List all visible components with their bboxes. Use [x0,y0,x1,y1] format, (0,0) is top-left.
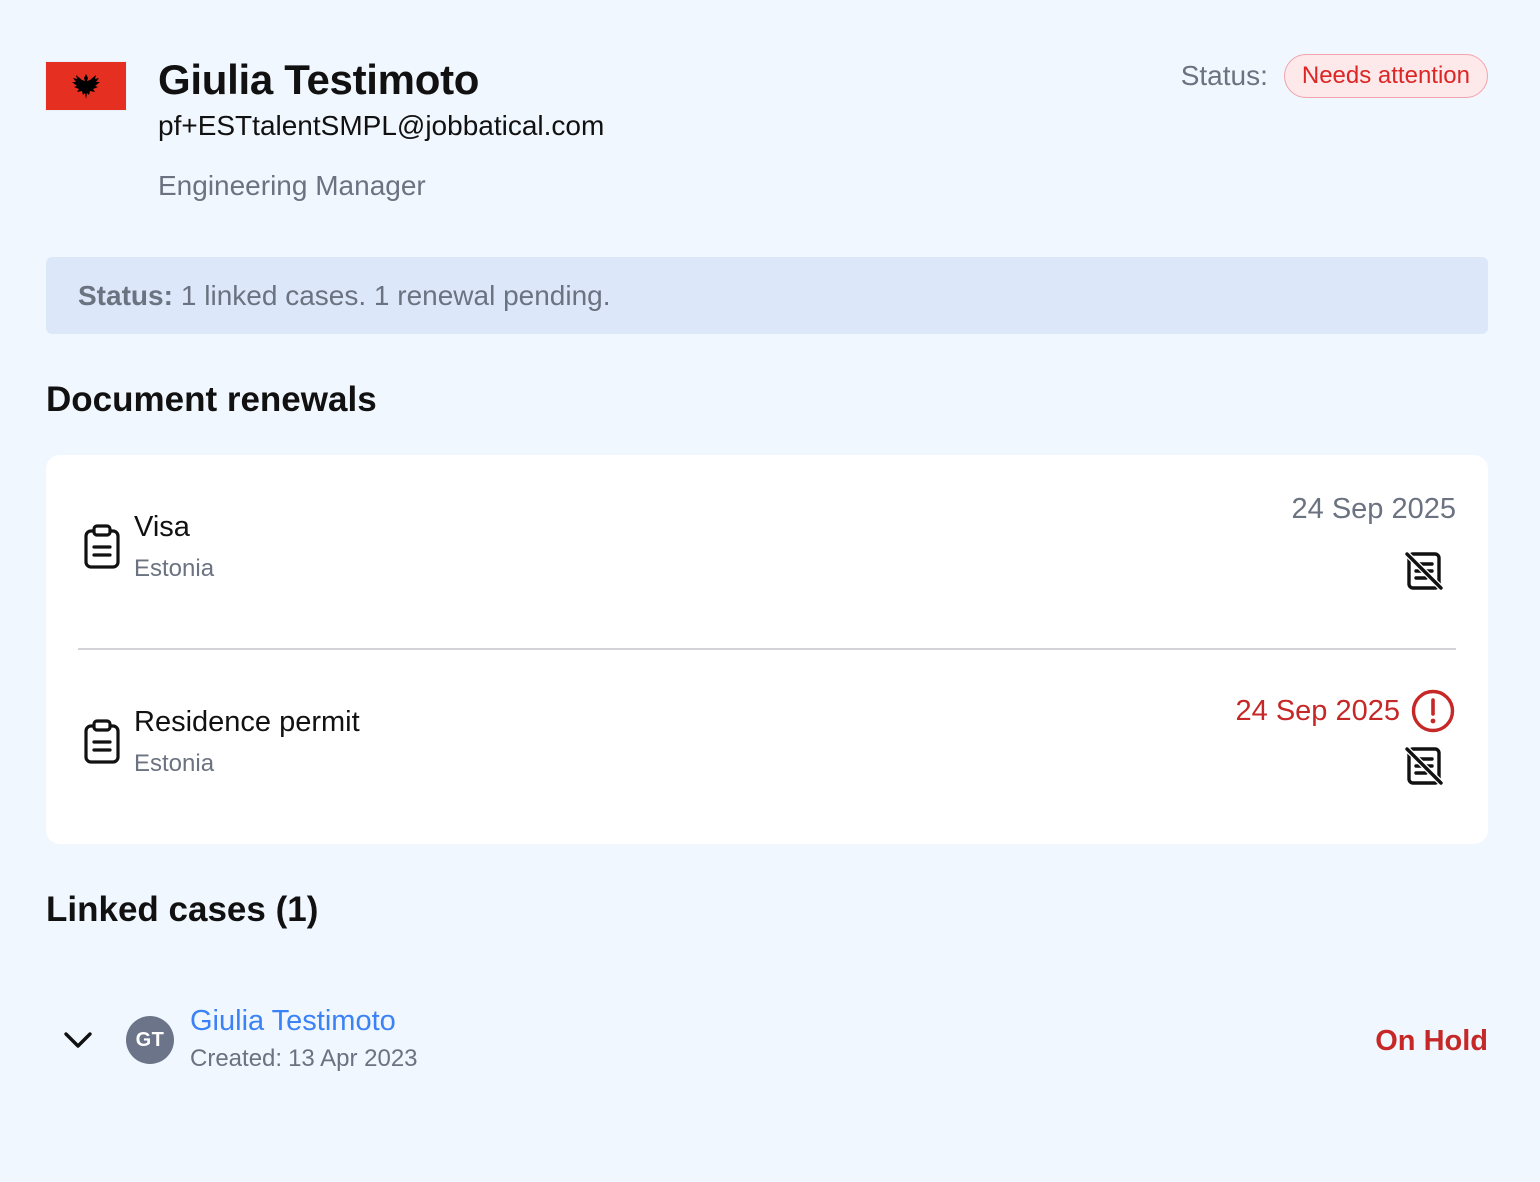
renewal-row-residence-permit[interactable]: Residence permit Estonia 24 Sep 2025 [78,648,1456,841]
renewal-date: 24 Sep 2025 [1235,694,1400,727]
document-renewals-title: Document renewals [46,380,377,419]
linked-cases-title: Linked cases (1) [46,890,319,929]
no-document-icon[interactable] [1402,549,1446,593]
no-document-icon[interactable] [1402,744,1446,788]
renewal-country: Estonia [134,555,215,582]
renewal-date: 24 Sep 2025 [1291,493,1456,525]
renewal-country: Estonia [134,750,215,777]
created-label: Created: [190,1045,283,1072]
chevron-down-icon[interactable] [62,1027,94,1053]
summary-label: Status: [78,279,173,311]
talent-profile-page: Giulia Testimoto pf+ESTtalentSMPL@jobbat… [0,0,1540,1182]
document-renewals-card: Visa Estonia 24 Sep 2025 Residence permi… [46,455,1488,844]
profile-role: Engineering Manager [158,170,426,201]
clipboard-icon [84,719,120,764]
renewal-title: Residence permit [134,706,360,738]
renewal-title: Visa [134,511,190,543]
profile-identity: Giulia Testimoto pf+ESTtalentSMPL@jobbat… [158,52,604,206]
avatar: GT [126,1016,174,1064]
profile-email: pf+ESTtalentSMPL@jobbatical.com [158,110,605,141]
linked-case-row: GT Giulia Testimoto Created: 13 Apr 2023 … [46,1005,1488,1077]
renewal-date-row: 24 Sep 2025 [1236,688,1456,734]
status-badge: Needs attention [1283,54,1488,98]
status-label: Status: [1180,60,1268,91]
renewal-date-row: 24 Sep 2025 [1292,493,1456,526]
profile-name: Giulia Testimoto [158,56,480,103]
linked-case-created: Created: 13 Apr 2023 [190,1045,418,1073]
status-summary-banner: Status: 1 linked cases. 1 renewal pendin… [46,257,1488,334]
created-date: 13 Apr 2023 [288,1045,418,1072]
clipboard-icon [84,524,120,569]
alert-circle-icon [1411,689,1455,733]
albania-flag-icon [46,62,126,110]
profile-status: Status: Needs attention [1181,54,1488,98]
double-headed-eagle-icon [72,74,100,99]
renewal-row-visa[interactable]: Visa Estonia 24 Sep 2025 [78,455,1456,648]
linked-case-status: On Hold [1375,1025,1488,1057]
profile-header: Giulia Testimoto pf+ESTtalentSMPL@jobbat… [46,52,1488,212]
linked-case-name-link[interactable]: Giulia Testimoto [190,1005,396,1038]
summary-text: 1 linked cases. 1 renewal pending. [180,279,611,311]
